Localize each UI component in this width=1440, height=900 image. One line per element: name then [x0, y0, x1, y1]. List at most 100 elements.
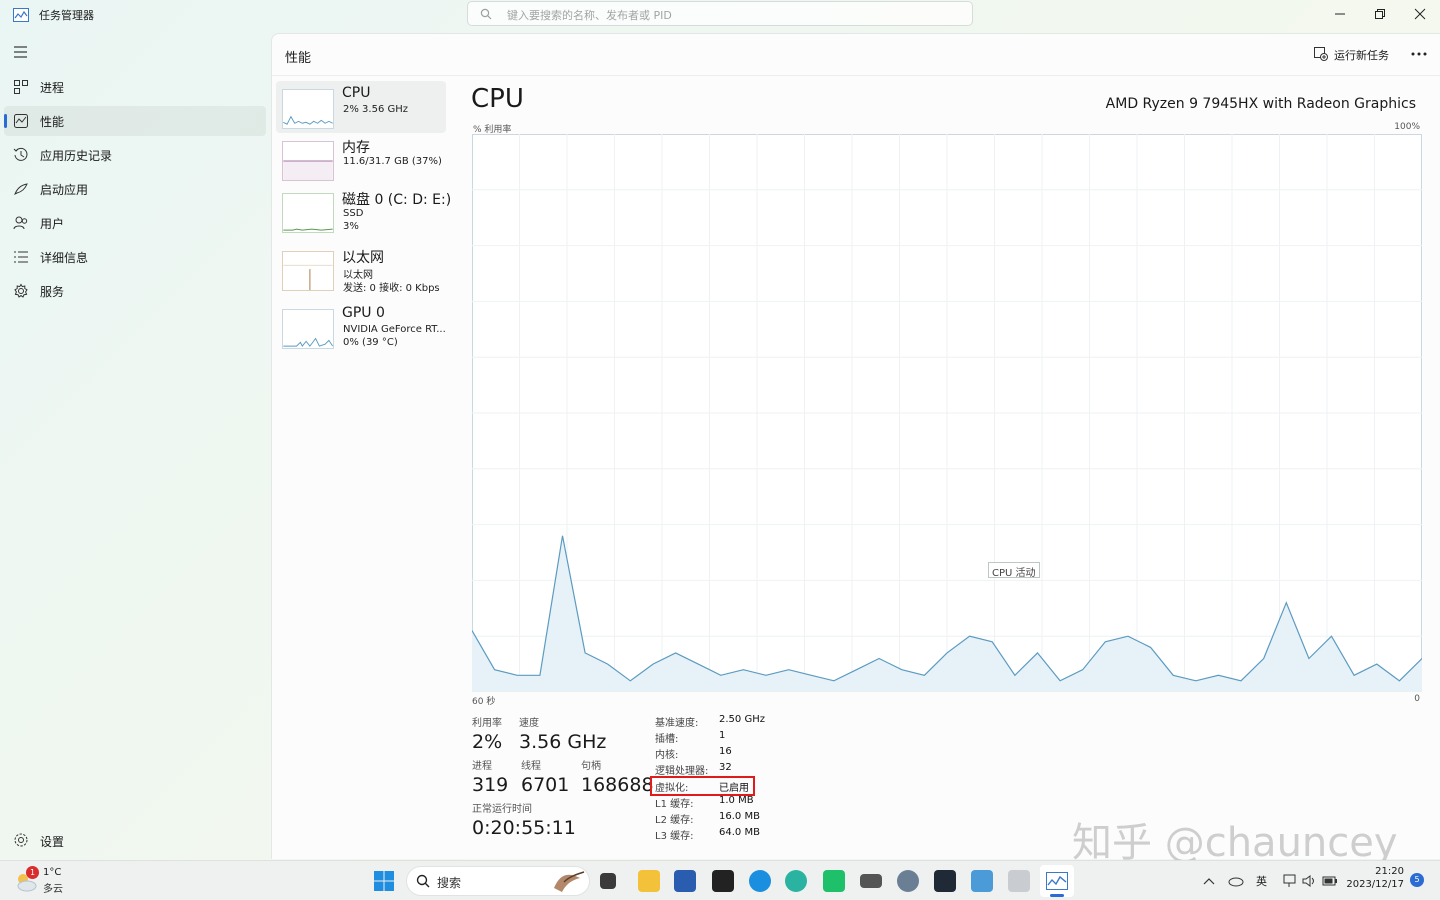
store-icon[interactable]: [674, 870, 696, 892]
nav-label: 性能: [40, 115, 65, 129]
stat-utilization: 利用率 2%: [472, 714, 502, 753]
graph-time-left: 60 秒: [472, 697, 496, 707]
settings-label: 设置: [40, 835, 65, 849]
spec-key: 虚拟化:: [655, 783, 689, 794]
run-task-label: 运行新任务: [1334, 49, 1389, 62]
task-manager-icon: [13, 8, 29, 22]
cpu-thumbnail-graph: [282, 89, 334, 129]
perf-item-memory[interactable]: 内存 11.6/31.7 GB (37%): [276, 133, 446, 185]
nav-item-settings[interactable]: 设置: [4, 825, 266, 855]
perf-item-detail: 3%: [343, 221, 359, 232]
perf-item-name: 磁盘 0 (C: D: E:): [342, 192, 452, 208]
stat-label: 速度: [519, 718, 539, 729]
chevron-up-icon[interactable]: [1203, 876, 1215, 886]
app-dark-icon[interactable]: [712, 870, 734, 892]
spec-value: 64.0 MB: [719, 827, 760, 838]
disk-thumbnail-graph: [282, 193, 334, 233]
settings-app-icon[interactable]: [897, 870, 919, 892]
taskbar-search[interactable]: 搜索: [406, 866, 590, 896]
stat-handles: 句柄 168688: [581, 757, 654, 796]
spec-value: 32: [719, 762, 732, 773]
wechat-icon[interactable]: [823, 870, 845, 892]
restore-button[interactable]: [1360, 2, 1400, 26]
hamburger-menu-icon[interactable]: [13, 45, 29, 59]
graph-time-right: 0: [1414, 694, 1420, 704]
close-icon: [1414, 8, 1426, 20]
stat-label: 利用率: [472, 718, 502, 729]
main-panel: 性能 运行新任务 CPU 2% 3.56 GHz 内存 11.6/31.7 GB…: [271, 33, 1440, 859]
nav-item-processes[interactable]: 进程: [4, 72, 266, 102]
close-button[interactable]: [1400, 2, 1440, 26]
volume-icon[interactable]: [1302, 874, 1316, 888]
details-icon: [14, 251, 28, 263]
search-placeholder: 键入要搜索的名称、发布者或 PID: [507, 9, 672, 22]
file-explorer-icon[interactable]: [638, 870, 660, 892]
search-input[interactable]: 键入要搜索的名称、发布者或 PID: [467, 1, 973, 26]
nav-label: 服务: [40, 285, 65, 299]
taskbar-task-manager[interactable]: [1040, 865, 1074, 897]
ie-browser-icon[interactable]: [749, 870, 771, 892]
recycle-bin-icon[interactable]: [1008, 870, 1030, 892]
network-icon[interactable]: [1283, 874, 1297, 888]
nav-item-performance[interactable]: 性能: [4, 106, 266, 136]
users-icon: [13, 216, 28, 230]
stat-value: 6701: [521, 774, 570, 796]
search-icon: [416, 874, 430, 888]
remote-desktop-icon[interactable]: [971, 870, 993, 892]
weather-widget[interactable]: 1 1°C 多云: [14, 866, 84, 897]
ethernet-thumbnail-graph: [282, 251, 334, 291]
app-title: 任务管理器: [39, 9, 94, 22]
task-manager-icon: [1046, 872, 1068, 890]
spec-row-virtualization: 虚拟化: 已启用: [650, 776, 755, 796]
spec-key: L3 缓存:: [655, 831, 694, 842]
notification-badge[interactable]: 5: [1410, 873, 1424, 887]
task-view-icon[interactable]: [600, 873, 616, 889]
edge-browser-icon[interactable]: [785, 870, 807, 892]
util-max-label: 100%: [1394, 122, 1420, 132]
performance-icon: [14, 114, 28, 128]
search-highlight-image-icon: [554, 871, 585, 892]
perf-item-disk[interactable]: 磁盘 0 (C: D: E:) SSD 3%: [276, 185, 451, 237]
perf-item-detail: SSD: [343, 208, 364, 219]
terminal-icon[interactable]: [934, 870, 956, 892]
spec-key: 插槽:: [655, 734, 679, 745]
nav-item-services[interactable]: 服务: [4, 276, 266, 306]
keyboard-app-icon[interactable]: [860, 874, 882, 888]
nav-label: 详细信息: [40, 251, 89, 265]
minimize-button[interactable]: [1320, 2, 1360, 26]
perf-item-cpu[interactable]: CPU 2% 3.56 GHz: [276, 81, 446, 133]
perf-item-name: 内存: [342, 140, 370, 156]
onedrive-icon[interactable]: [1228, 875, 1244, 887]
spec-key: L2 缓存:: [655, 815, 694, 826]
memory-thumbnail-graph: [282, 141, 334, 181]
more-options-icon[interactable]: [1406, 44, 1432, 64]
perf-item-detail: 0% (39 °C): [343, 337, 398, 348]
perf-item-detail: 11.6/31.7 GB (37%): [343, 156, 442, 167]
services-icon: [14, 283, 28, 298]
nav-item-app-history[interactable]: 应用历史记录: [4, 140, 266, 170]
spec-value: 1: [719, 730, 726, 741]
running-indicator: [1050, 894, 1064, 897]
clock[interactable]: 21:20 2023/12/17: [1340, 866, 1404, 890]
stat-value: 168688: [581, 774, 654, 796]
gear-icon: [14, 833, 28, 847]
nav-label: 应用历史记录: [40, 149, 113, 163]
nav-item-users[interactable]: 用户: [4, 208, 266, 238]
clock-date: 2023/12/17: [1346, 879, 1404, 890]
spec-key: 逻辑处理器:: [655, 766, 709, 777]
nav-item-details[interactable]: 详细信息: [4, 242, 266, 272]
spec-value: 2.50 GHz: [719, 714, 765, 725]
search-icon: [480, 8, 492, 20]
battery-icon[interactable]: [1322, 875, 1338, 887]
minimize-icon: [1335, 13, 1345, 15]
startup-icon: [14, 183, 28, 196]
perf-item-gpu[interactable]: GPU 0 NVIDIA GeForce RT... 0% (39 °C): [276, 301, 446, 353]
cpu-utilization-graph[interactable]: [472, 134, 1422, 692]
nav-item-startup[interactable]: 启动应用: [4, 174, 266, 204]
nav-label: 用户: [40, 217, 65, 231]
ime-indicator[interactable]: 英: [1256, 873, 1267, 889]
title-bar: 任务管理器 键入要搜索的名称、发布者或 PID: [0, 0, 1440, 32]
perf-item-ethernet[interactable]: 以太网 以太网 发送: 0 接收: 0 Kbps: [276, 243, 446, 295]
windows-start-icon[interactable]: [373, 870, 395, 892]
page-title: 性能: [285, 51, 312, 66]
